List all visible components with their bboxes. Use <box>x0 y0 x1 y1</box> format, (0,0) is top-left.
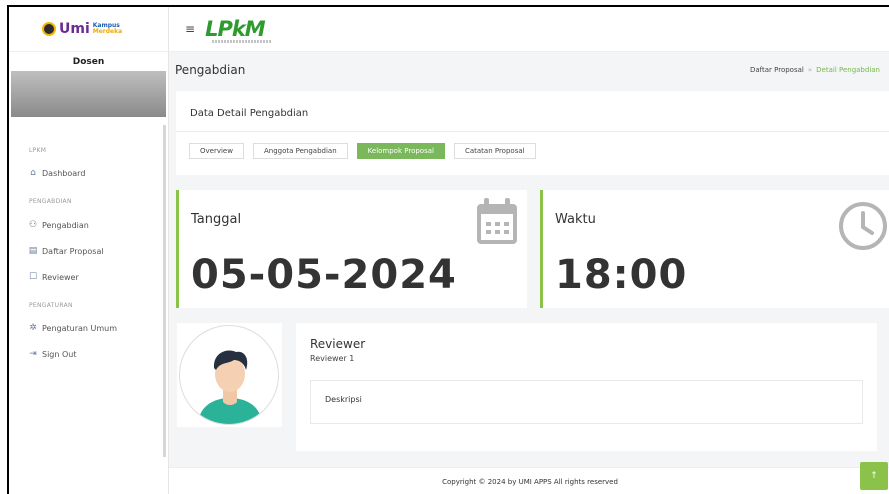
scroll-to-top-button[interactable]: ↑ <box>860 462 888 490</box>
reviewer-avatar-card <box>177 323 282 427</box>
calendar-icon <box>477 198 517 244</box>
copyright-text: Copyright © 2024 by UMI APPS All rights … <box>442 478 618 486</box>
date-label: Tanggal <box>191 212 242 227</box>
sign-out-icon: ⇥ <box>29 349 37 359</box>
sidebar-item-label: Daftar Proposal <box>42 246 104 256</box>
page-title: Pengabdian <box>175 63 246 77</box>
tab-kelompok-proposal[interactable]: Kelompok Proposal <box>356 143 445 159</box>
time-card: Waktu 18:00 <box>540 190 889 308</box>
description-label: Deskripsi <box>325 395 362 404</box>
sidebar-item-pengabdian[interactable]: ⚇ Pengabdian <box>9 218 168 232</box>
sidebar-item-label: Pengaturan Umum <box>42 323 118 333</box>
sidebar-item-label: Sign Out <box>42 349 77 359</box>
breadcrumb-detail-pengabdian: Detail Pengabdian <box>816 66 880 74</box>
reviewer-title: Reviewer <box>310 337 366 351</box>
sidebar: Umi Kampus Merdeka Dosen LPKM ⌂ Dashboar… <box>9 7 169 494</box>
user-photo <box>11 71 166 117</box>
detail-title: Data Detail Pengabdian <box>190 108 309 119</box>
date-value: 05-05-2024 <box>191 252 457 298</box>
time-value: 18:00 <box>555 252 688 298</box>
person-avatar-icon <box>198 350 262 424</box>
nav-section-pengabdian: PENGABDIAN <box>29 198 72 205</box>
reviewer-name: Reviewer 1 <box>310 354 355 363</box>
description-box: Deskripsi <box>310 380 863 424</box>
document-icon: ▤ <box>28 246 38 256</box>
sidebar-scrollbar[interactable] <box>163 125 166 457</box>
tab-catatan-proposal[interactable]: Catatan Proposal <box>453 143 536 159</box>
reviewer-card: Reviewer Reviewer 1 Deskripsi <box>296 323 877 451</box>
tab-bar: Overview Anggota Pengabdian Kelompok Pro… <box>189 143 536 159</box>
app-window: Umi Kampus Merdeka Dosen LPKM ⌂ Dashboar… <box>7 5 889 494</box>
avatar <box>179 325 279 425</box>
breadcrumb: Daftar Proposal» Detail Pengabdian <box>750 66 880 74</box>
logo-merdeka-text: Merdeka <box>92 28 123 35</box>
sidebar-item-label: Pengabdian <box>42 220 89 230</box>
user-name: Dosen <box>72 57 105 67</box>
people-icon: ⚇ <box>28 220 38 230</box>
footer: Copyright © 2024 by UMI APPS All rights … <box>169 467 889 494</box>
arrow-up-icon: ↑ <box>870 471 878 481</box>
logo[interactable]: Umi Kampus Merdeka <box>9 7 168 52</box>
nav-section-lpkm: LPKM <box>29 147 47 154</box>
breadcrumb-separator: » <box>807 66 813 74</box>
date-card: Tanggal 05-05-2024 <box>176 190 527 308</box>
logo-tagline-decoration <box>212 40 272 43</box>
clock-icon <box>839 202 887 250</box>
university-emblem-icon <box>42 22 56 36</box>
sidebar-item-label: Reviewer <box>42 272 79 282</box>
lpkm-logo[interactable]: LPkM <box>205 17 266 41</box>
nav-section-pengaturan: PENGATURAN <box>29 302 73 309</box>
menu-toggle-icon[interactable]: ≡ <box>185 22 195 36</box>
home-icon: ⌂ <box>30 168 36 178</box>
topbar: ≡ LPkM <box>169 7 889 52</box>
chat-icon: ☐ <box>28 272 38 282</box>
sidebar-item-sign-out[interactable]: ⇥ Sign Out <box>9 347 168 361</box>
sidebar-item-pengaturan-umum[interactable]: ✲ Pengaturan Umum <box>9 321 168 335</box>
logo-umi-text: Umi <box>59 21 90 37</box>
time-label: Waktu <box>555 212 596 227</box>
sidebar-item-reviewer[interactable]: ☐ Reviewer <box>9 270 168 284</box>
tab-overview[interactable]: Overview <box>189 143 244 159</box>
detail-card: Data Detail Pengabdian Overview Anggota … <box>176 91 889 175</box>
divider <box>176 131 889 132</box>
sidebar-item-label: Dashboard <box>42 168 86 178</box>
breadcrumb-daftar-proposal[interactable]: Daftar Proposal <box>750 66 804 74</box>
sidebar-item-daftar-proposal[interactable]: ▤ Daftar Proposal <box>9 244 168 258</box>
tab-anggota-pengabdian[interactable]: Anggota Pengabdian <box>252 143 348 159</box>
sidebar-item-dashboard[interactable]: ⌂ Dashboard <box>9 166 168 180</box>
logo-kampus-merdeka: Kampus Merdeka <box>93 23 122 35</box>
gear-icon: ✲ <box>29 323 37 333</box>
